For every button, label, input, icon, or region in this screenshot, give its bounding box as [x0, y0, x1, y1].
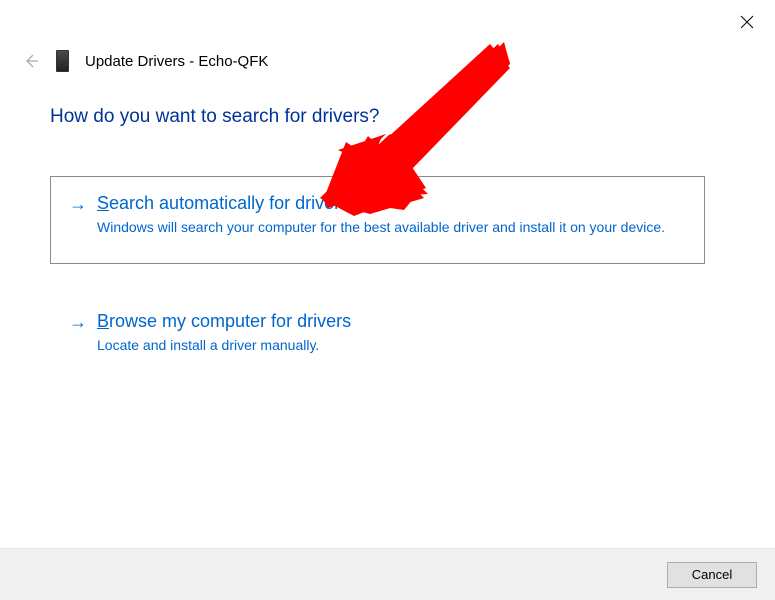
- option-auto-hotkey: S: [97, 193, 109, 213]
- option-auto-desc: Windows will search your computer for th…: [97, 218, 686, 237]
- window-title: Update Drivers - Echo-QFK: [85, 53, 268, 70]
- device-icon: [56, 50, 69, 72]
- back-arrow-icon: [23, 53, 39, 69]
- option-auto-title: Search automatically for drivers: [97, 193, 686, 214]
- option-browse-computer[interactable]: → Browse my computer for drivers Locate …: [50, 294, 705, 374]
- option-text: Search automatically for drivers Windows…: [97, 193, 686, 237]
- footer: Cancel: [0, 548, 775, 600]
- content-area: How do you want to search for drivers? →…: [50, 106, 705, 404]
- option-browse-title-rest: rowse my computer for drivers: [109, 311, 351, 331]
- arrow-right-icon: →: [69, 311, 87, 355]
- arrow-right-icon: →: [69, 193, 87, 237]
- header: Update Drivers - Echo-QFK: [22, 50, 268, 72]
- close-button[interactable]: [737, 12, 757, 32]
- close-icon: [740, 15, 754, 29]
- option-browse-hotkey: B: [97, 311, 109, 331]
- option-browse-title: Browse my computer for drivers: [97, 311, 686, 332]
- back-button[interactable]: [22, 52, 40, 70]
- cancel-button[interactable]: Cancel: [667, 562, 757, 588]
- option-auto-title-rest: earch automatically for drivers: [109, 193, 349, 213]
- option-browse-desc: Locate and install a driver manually.: [97, 336, 686, 355]
- page-heading: How do you want to search for drivers?: [50, 106, 705, 128]
- option-search-automatically[interactable]: → Search automatically for drivers Windo…: [50, 176, 705, 264]
- option-text: Browse my computer for drivers Locate an…: [97, 311, 686, 355]
